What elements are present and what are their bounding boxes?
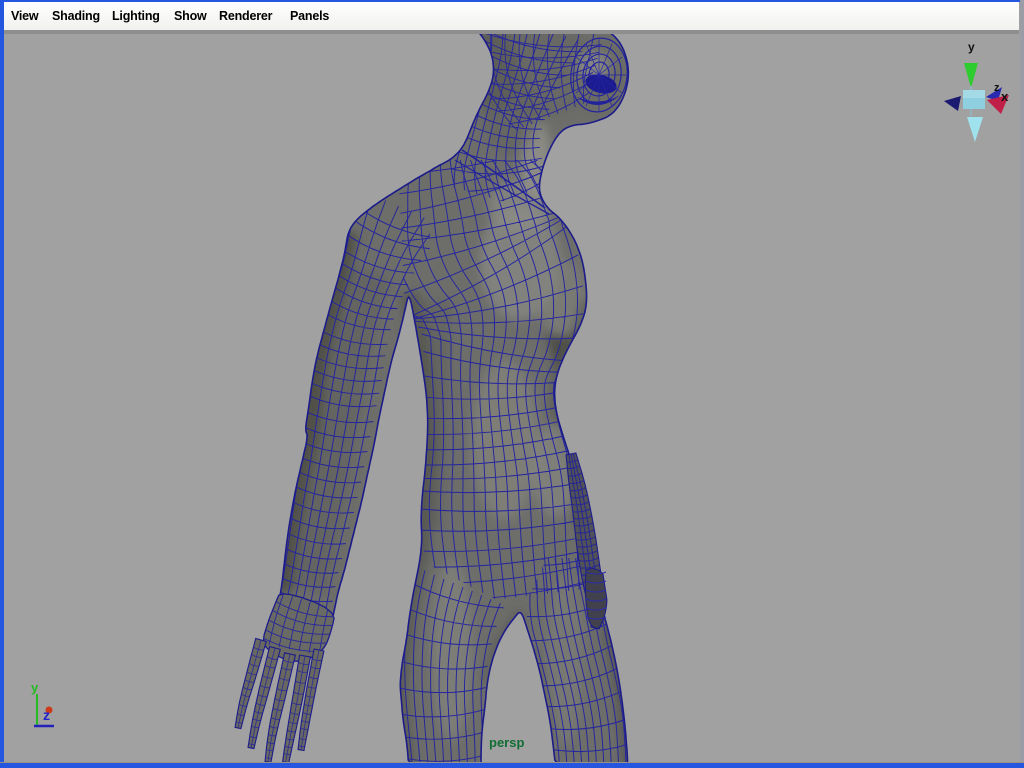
svg-text:x: x bbox=[1001, 89, 1009, 104]
svg-text:y: y bbox=[31, 680, 39, 695]
svg-text:y: y bbox=[968, 40, 975, 54]
svg-text:z: z bbox=[994, 82, 1000, 94]
svg-text:z: z bbox=[43, 707, 50, 723]
